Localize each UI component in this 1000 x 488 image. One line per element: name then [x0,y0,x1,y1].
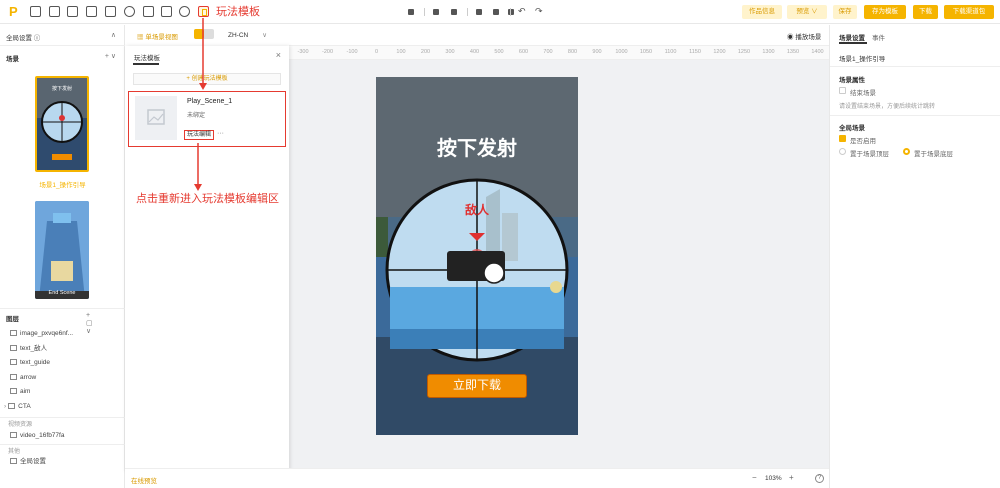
annotation-arrows [194,18,207,191]
annotation-text: 点击重新进入玩法模板编辑区 [136,193,279,205]
